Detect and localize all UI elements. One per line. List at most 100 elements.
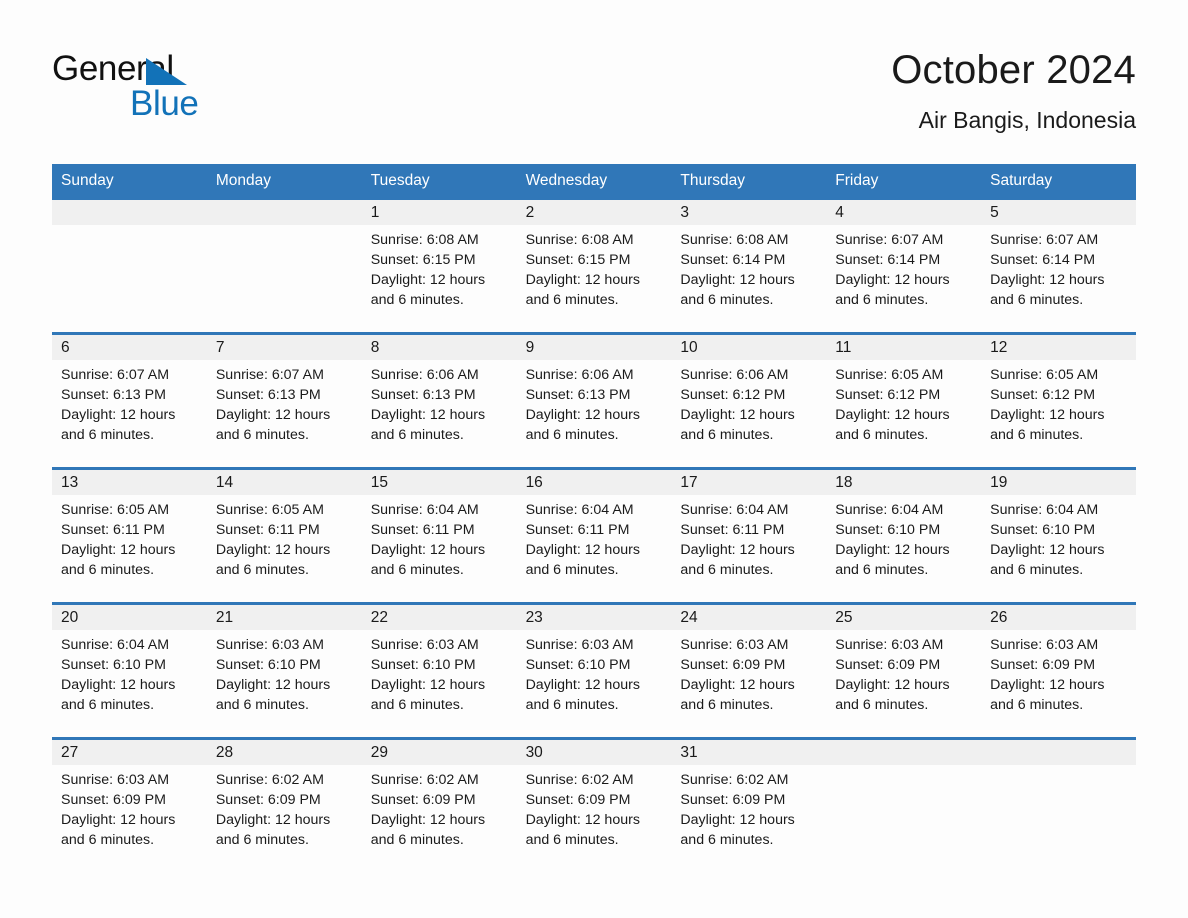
daylight-text-line2: and 6 minutes. [61, 697, 155, 714]
calendar-day-cell[interactable]: 29 Sunrise: 6:02 AM Sunset: 6:09 PM Dayligh… [361, 739, 517, 860]
daylight-text-line1: Daylight: 12 hours [990, 677, 1105, 693]
daylight-text-line1: Daylight: 12 hours [215, 407, 331, 423]
calendar-day-cell[interactable]: 20 Sunrise: 6:04 AM Sunset: 6:10 PM Dayligh… [52, 604, 207, 725]
calendar-day-cell[interactable]: 27 Sunrise: 6:03 AM Sunset: 6:09 PM Dayligh… [52, 739, 207, 860]
day-details: Sunrise: 6:08 AM Sunset: 6:15 PM Daylight:… [362, 225, 517, 311]
daylight-text-line1: Daylight: 12 hours [990, 407, 1105, 423]
day-number: 30 [525, 743, 543, 761]
day-number-band: 26 [981, 604, 1136, 630]
sunset-text: Sunset: 6:11 PM [525, 521, 630, 538]
sunrise-text: Sunrise: 6:07 AM [835, 231, 944, 248]
calendar-day-cell[interactable]: 6 Sunrise: 6:07 AM Sunset: 6:13 PM Daylight… [52, 334, 207, 455]
day-number-band: 9 [516, 334, 672, 360]
sunset-text: Sunset: 6:09 PM [215, 791, 321, 808]
sunset-text: Sunset: 6:10 PM [61, 656, 166, 673]
day-number: 31 [680, 743, 698, 761]
calendar-day-cell[interactable]: 16 Sunrise: 6:04 AM Sunset: 6:11 PM Dayligh… [516, 469, 672, 590]
day-details: Sunrise: 6:03 AM Sunset: 6:10 PM Daylight:… [517, 630, 672, 716]
calendar-day-cell[interactable]: 26 Sunrise: 6:03 AM Sunset: 6:09 PM Dayligh… [981, 604, 1136, 725]
calendar-day-cell-empty [52, 199, 207, 320]
daylight-text-line1: Daylight: 12 hours [835, 542, 950, 558]
daylight-text-line1: Daylight: 12 hours [370, 677, 486, 693]
sunset-text: Sunset: 6:11 PM [370, 521, 475, 538]
calendar-day-cell[interactable]: 18 Sunrise: 6:04 AM Sunset: 6:10 PM Dayligh… [826, 469, 982, 590]
weekday-header-tuesday: Tuesday [370, 172, 430, 189]
calendar-day-cell[interactable]: 13 Sunrise: 6:05 AM Sunset: 6:11 PM Dayligh… [52, 469, 207, 590]
calendar-day-cell[interactable]: 19 Sunrise: 6:04 AM Sunset: 6:10 PM Dayligh… [981, 469, 1136, 590]
day-details: Sunrise: 6:05 AM Sunset: 6:12 PM Daylight:… [826, 360, 981, 446]
day-number-band: 12 [981, 334, 1136, 360]
sunrise-text: Sunrise: 6:05 AM [61, 501, 170, 518]
day-number: 18 [835, 473, 853, 491]
daylight-text-line2: and 6 minutes. [680, 562, 774, 579]
daylight-text-line2: and 6 minutes. [370, 832, 464, 849]
sunrise-text: Sunrise: 6:04 AM [990, 501, 1099, 518]
calendar-day-cell[interactable]: 25 Sunrise: 6:03 AM Sunset: 6:09 PM Dayligh… [826, 604, 982, 725]
calendar-day-cell[interactable]: 30 Sunrise: 6:02 AM Sunset: 6:09 PM Dayligh… [516, 739, 672, 860]
calendar-day-cell[interactable]: 17 Sunrise: 6:04 AM Sunset: 6:11 PM Dayligh… [671, 469, 827, 590]
sunset-text: Sunset: 6:12 PM [835, 386, 941, 403]
day-number-band: 13 [52, 469, 207, 495]
day-details: Sunrise: 6:07 AM Sunset: 6:13 PM Daylight:… [52, 360, 207, 446]
calendar-day-cell[interactable]: 31 Sunrise: 6:02 AM Sunset: 6:09 PM Dayligh… [671, 739, 827, 860]
calendar-day-cell[interactable]: 10 Sunrise: 6:06 AM Sunset: 6:12 PM Dayligh… [671, 334, 827, 455]
calendar-day-cell[interactable]: 15 Sunrise: 6:04 AM Sunset: 6:11 PM Dayligh… [361, 469, 517, 590]
day-number: 15 [370, 473, 388, 491]
location-subtitle: Air Bangis, Indonesia [918, 107, 1136, 134]
daylight-text-line2: and 6 minutes. [61, 562, 155, 579]
day-details: Sunrise: 6:02 AM Sunset: 6:09 PM Daylight:… [517, 765, 672, 851]
calendar-day-cell[interactable]: 3 Sunrise: 6:08 AM Sunset: 6:14 PM Daylight… [671, 199, 827, 320]
day-number: 10 [680, 338, 698, 356]
daylight-text-line2: and 6 minutes. [680, 427, 774, 444]
sunrise-text: Sunrise: 6:04 AM [525, 501, 634, 518]
sunrise-text: Sunrise: 6:06 AM [525, 366, 634, 383]
calendar-day-cell[interactable]: 5 Sunrise: 6:07 AM Sunset: 6:14 PM Daylight… [981, 199, 1136, 320]
day-number-band: 23 [516, 604, 672, 630]
weekday-header-saturday: Saturday [990, 172, 1053, 189]
sunrise-text: Sunrise: 6:03 AM [61, 771, 170, 788]
day-number: 14 [215, 473, 234, 491]
daylight-text-line2: and 6 minutes. [680, 697, 774, 714]
calendar-body: 1 Sunrise: 6:08 AM Sunset: 6:15 PM Daylight… [52, 199, 1136, 860]
day-number-band: 11 [826, 334, 982, 360]
day-number-band: 21 [206, 604, 362, 630]
calendar-day-cell[interactable]: 14 Sunrise: 6:05 AM Sunset: 6:11 PM Dayligh… [206, 469, 362, 590]
calendar-day-cell-empty [206, 199, 362, 320]
calendar-week-row: 13 Sunrise: 6:05 AM Sunset: 6:11 PM Dayligh… [52, 466, 1136, 590]
calendar-day-cell[interactable]: 4 Sunrise: 6:07 AM Sunset: 6:14 PM Daylight… [826, 199, 982, 320]
daylight-text-line2: and 6 minutes. [61, 832, 155, 849]
calendar-day-cell[interactable]: 28 Sunrise: 6:02 AM Sunset: 6:09 PM Dayligh… [206, 739, 362, 860]
sunrise-text: Sunrise: 6:03 AM [370, 636, 479, 653]
day-number-band: 5 [981, 199, 1136, 225]
daylight-text-line2: and 6 minutes. [835, 697, 929, 714]
general-blue-logo: General Blue [52, 47, 202, 121]
calendar-week-row: 20 Sunrise: 6:04 AM Sunset: 6:10 PM Dayligh… [52, 601, 1136, 725]
calendar-day-cell[interactable]: 11 Sunrise: 6:05 AM Sunset: 6:12 PM Dayligh… [826, 334, 982, 455]
sunrise-text: Sunrise: 6:03 AM [835, 636, 944, 653]
daylight-text-line1: Daylight: 12 hours [680, 272, 795, 288]
sunrise-text: Sunrise: 6:03 AM [990, 636, 1099, 653]
daylight-text-line1: Daylight: 12 hours [215, 677, 331, 693]
day-number-band: 16 [516, 469, 672, 495]
calendar-day-cell[interactable]: 7 Sunrise: 6:07 AM Sunset: 6:13 PM Daylight… [206, 334, 362, 455]
page-header: General Blue October 2024 Air Bangis, In… [52, 0, 1136, 147]
sunset-text: Sunset: 6:10 PM [990, 521, 1096, 538]
day-number: 26 [990, 608, 1008, 626]
calendar-day-cell[interactable]: 21 Sunrise: 6:03 AM Sunset: 6:10 PM Dayligh… [206, 604, 362, 725]
calendar-day-cell[interactable]: 1 Sunrise: 6:08 AM Sunset: 6:15 PM Daylight… [361, 199, 517, 320]
calendar-day-cell[interactable]: 23 Sunrise: 6:03 AM Sunset: 6:10 PM Dayligh… [516, 604, 672, 725]
calendar-day-cell[interactable]: 22 Sunrise: 6:03 AM Sunset: 6:10 PM Dayligh… [361, 604, 517, 725]
day-details: Sunrise: 6:07 AM Sunset: 6:14 PM Daylight:… [826, 225, 981, 311]
day-number-band: 15 [361, 469, 517, 495]
calendar-day-cell[interactable]: 2 Sunrise: 6:08 AM Sunset: 6:15 PM Daylight… [516, 199, 672, 320]
calendar-day-cell[interactable]: 24 Sunrise: 6:03 AM Sunset: 6:09 PM Dayligh… [671, 604, 827, 725]
calendar-day-cell[interactable]: 8 Sunrise: 6:06 AM Sunset: 6:13 PM Daylight… [361, 334, 517, 455]
daylight-text-line2: and 6 minutes. [525, 832, 619, 849]
calendar-day-cell[interactable]: 9 Sunrise: 6:06 AM Sunset: 6:13 PM Daylight… [516, 334, 672, 455]
sunrise-text: Sunrise: 6:08 AM [525, 231, 634, 248]
daylight-text-line1: Daylight: 12 hours [835, 677, 950, 693]
sunrise-text: Sunrise: 6:03 AM [525, 636, 634, 653]
day-number: 27 [61, 743, 79, 761]
calendar-day-cell[interactable]: 12 Sunrise: 6:05 AM Sunset: 6:12 PM Dayligh… [981, 334, 1136, 455]
daylight-text-line2: and 6 minutes. [370, 697, 464, 714]
